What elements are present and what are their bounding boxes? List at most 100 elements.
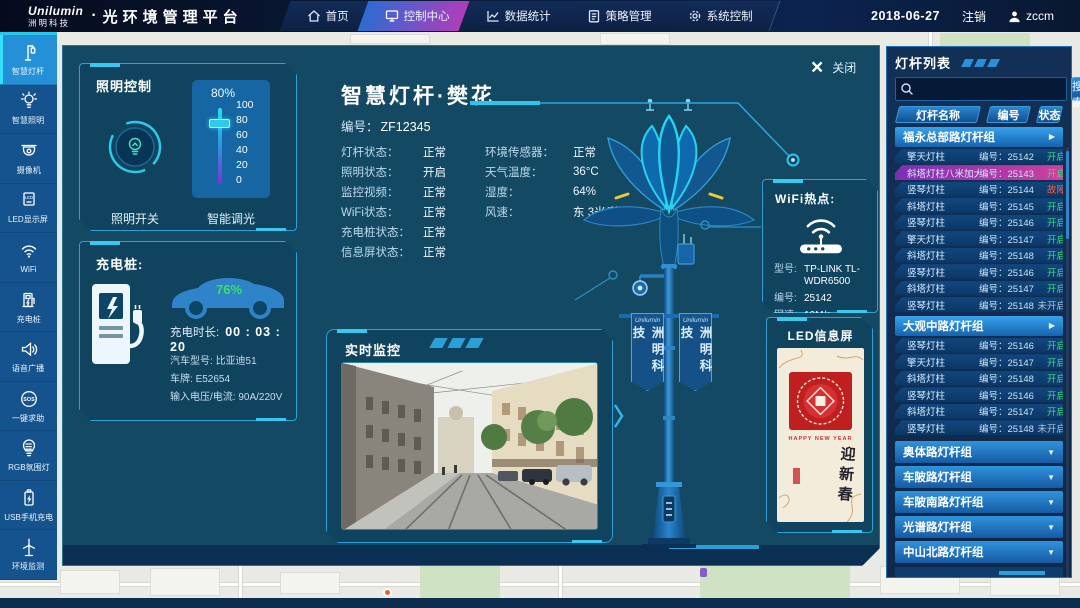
nav-item-control-center[interactable]: 控制中心	[367, 0, 468, 32]
lamp-row[interactable]: 斜塔灯柱 编号：25147 开启	[895, 404, 1063, 419]
lamp-row[interactable]: 擎天灯柱 编号：25147 开启	[895, 231, 1063, 246]
map-building	[150, 568, 220, 596]
lamp-name: 竖琴灯柱	[907, 265, 979, 279]
lamp-row[interactable]: 斜塔灯柱 编号：25147 开启	[895, 281, 1063, 296]
lamp-search-input[interactable]	[895, 77, 1067, 101]
pole-base	[642, 482, 696, 548]
field-label: 输入电压/电流:	[170, 392, 236, 403]
lamp-group-header[interactable]: 大观中路灯杆组 ▶	[895, 316, 1063, 336]
lamp-list-panel: 灯杆列表 搜索 灯杆名称 编号 状态 福永总部路灯杆组 ▶ 擎天灯柱 编号：25…	[886, 46, 1072, 578]
sidebar-item-camera[interactable]: 摄像机	[0, 134, 57, 184]
camera-icon	[19, 141, 39, 161]
lighting-panel-title: 照明控制	[96, 76, 152, 95]
lamp-group-header-collapsed[interactable]: 车陂路灯杆组 ▼	[895, 466, 1063, 488]
status-label: 湿度：	[485, 184, 573, 200]
poster-calligraphy: 迎新春	[833, 445, 858, 506]
username: zccm	[1026, 9, 1054, 23]
lamp-row[interactable]: 斜塔灯柱 编号：25148 开启	[895, 371, 1063, 386]
lamp-number: 编号：25147	[979, 404, 1034, 418]
lamp-name: 斜塔灯柱八米加大	[907, 166, 979, 180]
lamp-status-badge: 开启	[1034, 265, 1066, 279]
dimmer-slider-handle[interactable]	[209, 119, 230, 128]
clipboard-icon	[587, 9, 601, 23]
sidebar-item-charging-pile[interactable]: 充电桩	[0, 283, 57, 333]
sidebar-item-led-screen[interactable]: LED LED显示屏	[0, 184, 57, 234]
sidebar-item-smart-pole[interactable]: 智慧灯杆	[0, 35, 57, 85]
sidebar-item-label: 充电桩	[16, 313, 40, 324]
brand-separator: ·	[91, 7, 96, 25]
user-avatar-icon	[1008, 10, 1021, 23]
user-menu[interactable]: zccm	[1008, 9, 1054, 23]
sidebar-item-sos[interactable]: SOS 一键求助	[0, 382, 57, 432]
lamp-row[interactable]: 竖琴灯柱 编号：25146 开启	[895, 264, 1063, 279]
lamp-name: 斜塔灯柱	[907, 404, 979, 418]
close-button[interactable]: × 关闭	[811, 57, 856, 78]
banner-text: 洲明科技	[677, 326, 715, 390]
lamp-number: 编号：25147	[979, 232, 1034, 246]
flower-petal-outer-left	[584, 207, 663, 226]
status-label: 充电桩状态：	[341, 224, 423, 240]
lamp-row[interactable]: 竖琴灯柱 编号：25146 开启	[895, 338, 1063, 353]
sidebar-item-environment[interactable]: 环境监测	[0, 530, 57, 580]
panel-accent	[777, 317, 807, 321]
banner-text: 洲明科技	[629, 326, 667, 390]
search-button[interactable]: 搜索	[1071, 77, 1080, 101]
lamp-status-badge: 开启	[1034, 215, 1066, 229]
nav-item-label: 控制中心	[404, 8, 450, 24]
sidebar-item-broadcast[interactable]: 语音广播	[0, 332, 57, 382]
status-value: 正常	[423, 144, 485, 160]
lamp-group-header-collapsed[interactable]: 光谱路灯杆组 ▼	[895, 516, 1063, 538]
column-header-no[interactable]: 编号	[986, 106, 1031, 123]
field-label: 编号:	[774, 293, 804, 305]
sensor-box	[678, 234, 694, 264]
lamp-row[interactable]: 竖琴灯柱 编号：25148 未开启	[895, 420, 1063, 435]
lamp-group-header-collapsed[interactable]: 奥体路灯杆组 ▼	[895, 441, 1063, 463]
column-header-name[interactable]: 灯杆名称	[895, 106, 981, 123]
sidebar-item-smart-lighting[interactable]: 智慧照明	[0, 85, 57, 135]
lighting-control-panel: 照明控制 照明开关 80% 100806040200	[79, 63, 297, 231]
poster-red-emblem	[789, 372, 852, 430]
chevron-down-icon: ▼	[1047, 548, 1055, 557]
chevron-down-icon: ▼	[1047, 523, 1055, 532]
charging-station-icon	[88, 280, 148, 372]
pole-banner-left: Unilumin 洲明科技	[631, 313, 664, 391]
dimmer-scale-tick: 100	[236, 99, 258, 114]
banner-brand: Unilumin	[635, 317, 660, 324]
dimmer-scale-tick: 80	[236, 114, 258, 129]
lamp-row[interactable]: 斜塔灯柱八米加大 编号：25143 开启	[895, 165, 1063, 180]
lamp-group-header-collapsed[interactable]: 车陂南路灯杆组 ▼	[895, 491, 1063, 513]
wifi-icon	[19, 241, 39, 261]
lamp-row[interactable]: 竖琴灯柱 编号：25146 开启	[895, 387, 1063, 402]
chevron-down-icon: ▼	[1047, 498, 1055, 507]
sidebar-item-rgb-light[interactable]: RGB氛围灯	[0, 431, 57, 481]
lamp-row[interactable]: 竖琴灯柱 编号：25148 未开启	[895, 297, 1063, 312]
chevron-right-icon: ▶	[1049, 132, 1055, 141]
lamp-name: 斜塔灯柱	[907, 281, 979, 295]
poster-heading: HAPPY NEW YEAR	[777, 436, 864, 442]
lamp-row[interactable]: 擎天灯柱 编号：25142 开启	[895, 149, 1063, 164]
logout-button[interactable]: 注销	[962, 8, 986, 25]
lamp-row[interactable]: 竖琴灯柱 编号：25144 故障	[895, 182, 1063, 197]
nav-item-data-stats[interactable]: 数据统计	[468, 0, 569, 32]
lamp-row[interactable]: 擎天灯柱 编号：25147 开启	[895, 354, 1063, 369]
smart-bulb-icon	[19, 91, 39, 111]
sidebar-item-label: 一键求助	[12, 412, 44, 423]
dimmer-scale-tick: 20	[236, 159, 258, 174]
nav-item-system-control[interactable]: 系统控制	[670, 0, 771, 32]
nav-item-strategy[interactable]: 策略管理	[569, 0, 670, 32]
group-name: 中山北路灯杆组	[903, 544, 984, 560]
light-switch-button[interactable]	[107, 119, 163, 175]
lamp-group-header-collapsed[interactable]: 中山北路灯杆组 ▼	[895, 541, 1063, 563]
lamp-group-header[interactable]: 福永总部路灯杆组 ▶	[895, 127, 1063, 147]
lamp-row[interactable]: 斜塔灯柱 编号：25145 开启	[895, 198, 1063, 213]
pole-shaft	[664, 268, 674, 484]
lamp-row[interactable]: 竖琴灯柱 编号：25146 开启	[895, 215, 1063, 230]
scrollbar-thumb[interactable]	[1066, 151, 1069, 239]
sidebar-item-usb-charge[interactable]: USB手机充电	[0, 481, 57, 531]
lamp-row[interactable]: 斜塔灯柱 编号：25148 开启	[895, 248, 1063, 263]
pole-calyx	[660, 208, 678, 268]
nav-item-home[interactable]: 首页	[289, 0, 367, 32]
sidebar-item-label: WiFi	[20, 264, 36, 274]
sidebar-item-wifi[interactable]: WiFi	[0, 233, 57, 283]
column-header-status[interactable]: 状态	[1036, 106, 1063, 123]
